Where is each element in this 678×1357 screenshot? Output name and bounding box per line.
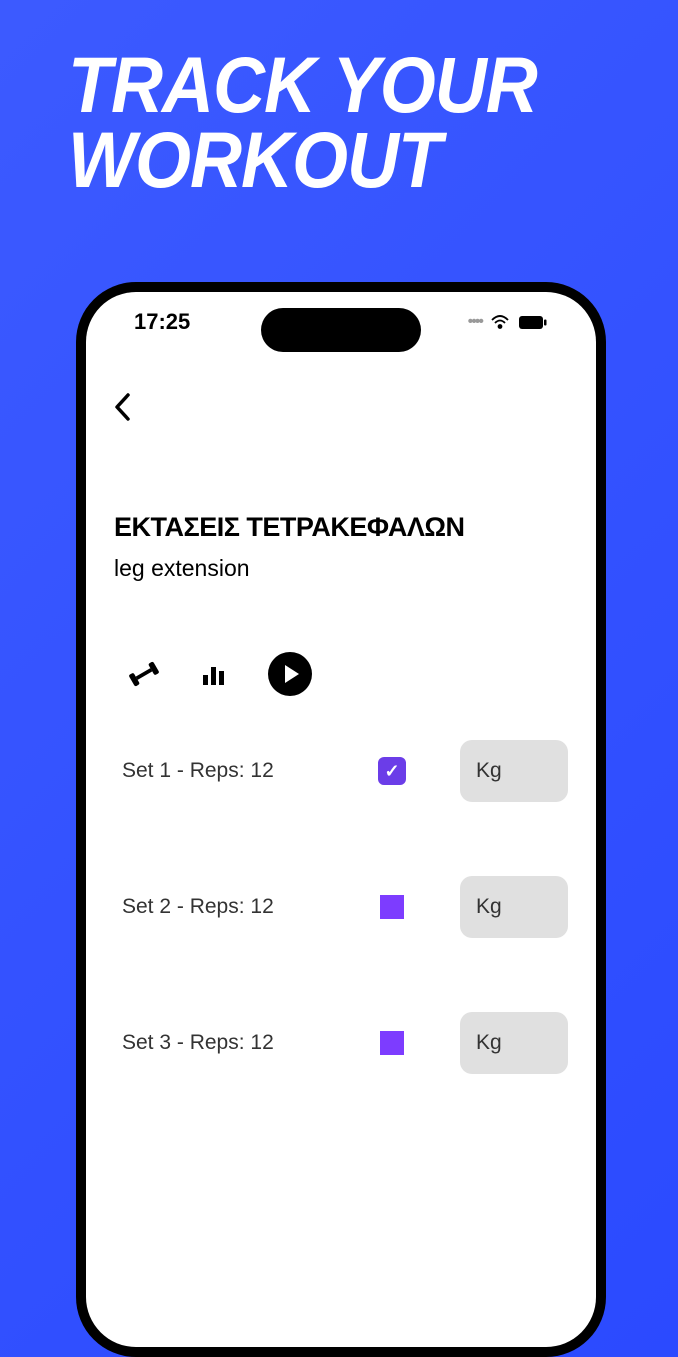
set-checkbox[interactable]: ✓ xyxy=(378,757,406,785)
set-checkbox[interactable] xyxy=(378,1029,406,1057)
app-content: ΕΚΤΑΣΕΙΣ ΤΕΤΡΑΚΕΦΑΛΩΝ leg extension xyxy=(86,292,596,1074)
set-row: Set 3 - Reps: 12 Kg xyxy=(114,1012,568,1074)
wifi-icon xyxy=(490,315,510,330)
status-time: 17:25 xyxy=(134,309,190,335)
exercise-subtitle: leg extension xyxy=(114,555,568,582)
weight-input[interactable]: Kg xyxy=(460,876,568,938)
set-label: Set 3 - Reps: 12 xyxy=(122,1031,378,1055)
sets-container: Set 1 - Reps: 12 ✓ Kg Set 2 - Reps: 12 K… xyxy=(114,740,568,1074)
stats-icon[interactable] xyxy=(198,658,230,690)
cellular-dots-icon: •••• xyxy=(468,313,482,331)
weight-input[interactable]: Kg xyxy=(460,1012,568,1074)
weight-input[interactable]: Kg xyxy=(460,740,568,802)
checkbox-checked-icon: ✓ xyxy=(378,757,406,785)
back-button[interactable] xyxy=(114,387,154,427)
phone-notch xyxy=(261,308,421,352)
phone-screen: 17:25 •••• ΕΚΤΑΣΕΙ xyxy=(86,292,596,1347)
play-button[interactable] xyxy=(268,652,312,696)
battery-icon xyxy=(518,315,548,330)
chevron-left-icon xyxy=(114,393,132,421)
checkmark-icon: ✓ xyxy=(384,761,399,782)
set-row: Set 1 - Reps: 12 ✓ Kg xyxy=(114,740,568,802)
set-checkbox[interactable] xyxy=(378,893,406,921)
checkbox-unchecked-icon xyxy=(380,895,404,919)
action-icons-row xyxy=(128,652,568,696)
promo-title-line2: WORKOUT xyxy=(68,123,537,198)
exercise-header: ΕΚΤΑΣΕΙΣ ΤΕΤΡΑΚΕΦΑΛΩΝ leg extension xyxy=(114,512,568,582)
set-label: Set 2 - Reps: 12 xyxy=(122,895,378,919)
exercise-title: ΕΚΤΑΣΕΙΣ ΤΕΤΡΑΚΕΦΑΛΩΝ xyxy=(114,512,568,543)
status-icons: •••• xyxy=(468,313,548,331)
promo-title-line1: TRACK YOUR xyxy=(68,48,537,123)
play-triangle-icon xyxy=(285,665,299,683)
promo-title: TRACK YOUR WORKOUT xyxy=(68,48,537,198)
set-label: Set 1 - Reps: 12 xyxy=(122,759,378,783)
dumbbell-icon[interactable] xyxy=(122,652,166,696)
checkbox-unchecked-icon xyxy=(380,1031,404,1055)
set-row: Set 2 - Reps: 12 Kg xyxy=(114,876,568,938)
phone-frame: 17:25 •••• ΕΚΤΑΣΕΙ xyxy=(76,282,606,1357)
